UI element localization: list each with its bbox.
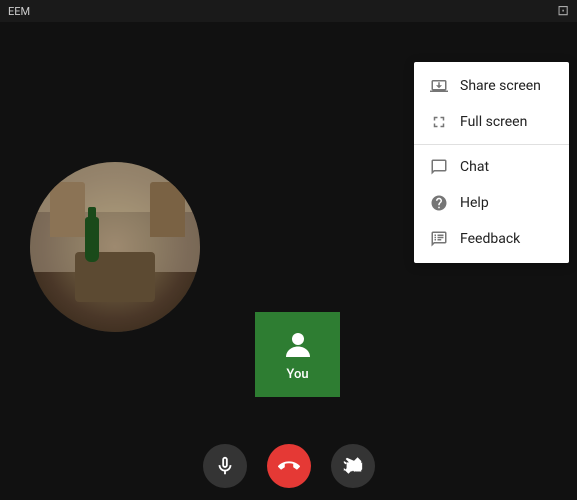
chat-label: Chat	[460, 159, 489, 175]
camera-off-button[interactable]	[331, 444, 375, 488]
menu-item-help[interactable]: Help	[414, 185, 569, 221]
you-avatar-icon	[280, 327, 316, 363]
mic-icon	[214, 455, 236, 477]
camera-off-icon	[342, 455, 364, 477]
you-tile: You	[255, 312, 340, 397]
title-bar: EEM ⊡	[0, 0, 577, 22]
feedback-icon	[430, 230, 448, 248]
end-call-button[interactable]	[267, 444, 311, 488]
menu-item-full-screen[interactable]: Full screen	[414, 104, 569, 140]
full-screen-label: Full screen	[460, 114, 527, 130]
menu-divider-1	[414, 144, 569, 145]
share-screen-label: Share screen	[460, 78, 541, 94]
menu-item-share-screen[interactable]: Share screen	[414, 68, 569, 104]
chat-icon	[430, 158, 448, 176]
mic-button[interactable]	[203, 444, 247, 488]
you-label: You	[286, 367, 308, 382]
menu-item-chat[interactable]: Chat	[414, 149, 569, 185]
feedback-label: Feedback	[460, 231, 520, 247]
help-label: Help	[460, 195, 489, 211]
help-icon	[430, 194, 448, 212]
controls-bar	[0, 440, 577, 500]
caller-avatar	[30, 162, 200, 332]
window-resize-icon[interactable]: ⊡	[557, 3, 569, 19]
fullscreen-icon	[430, 113, 448, 131]
context-menu: Share screen Full screen Chat Help	[414, 62, 569, 263]
menu-item-feedback[interactable]: Feedback	[414, 221, 569, 257]
app-title: EEM	[8, 5, 30, 18]
video-area: You Share screen Full screen Chat	[0, 22, 577, 500]
share-screen-icon	[430, 77, 448, 95]
end-call-icon	[278, 455, 300, 477]
